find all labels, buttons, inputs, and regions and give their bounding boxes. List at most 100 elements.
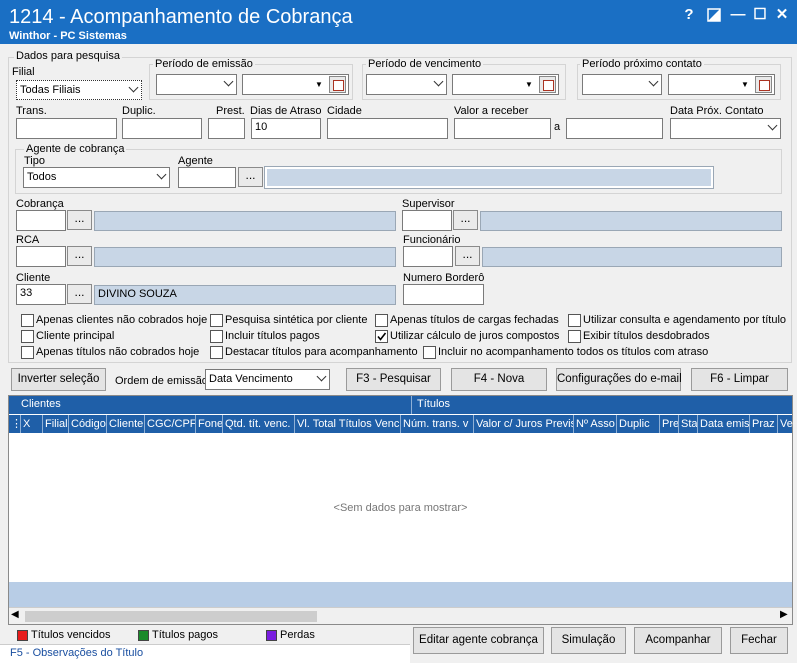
horizontal-scrollbar[interactable]: ◀ ▶ [9,607,792,624]
filial-select[interactable]: Todas Filiais [16,80,142,100]
option-label[interactable]: Destacar títulos para acompanhamento [225,346,418,358]
vencimento-start-field[interactable] [366,74,447,95]
acompanhar-button[interactable]: Acompanhar [634,627,722,654]
option-checkbox[interactable] [21,330,34,343]
help-icon[interactable]: ? [680,6,698,24]
observacoes-link[interactable]: F5 - Observações do Título [10,647,143,659]
rca-lookup-button[interactable]: ... [67,246,92,266]
tipo-select[interactable]: Todos [23,167,170,188]
dropdown-arrow-icon[interactable]: ▼ [312,77,326,92]
grid-column-header-cell[interactable]: Sta [679,415,698,433]
grid-column-header-cell[interactable]: Valor c/ Juros Previs [474,415,574,433]
option-label[interactable]: Incluir no acompanhamento todos os títul… [438,346,708,358]
supervisor-lookup-button[interactable]: ... [453,210,478,230]
grid-column-header-cell[interactable]: Praz [750,415,778,433]
option-checkbox[interactable] [210,346,223,359]
option-checkbox[interactable] [375,314,388,327]
ordem-select[interactable]: Data Vencimento [205,369,330,390]
grid-column-header-cell[interactable]: Cliente [107,415,145,433]
grid-column-header-cell[interactable]: CGC/CPF [145,415,196,433]
cliente-lookup-button[interactable]: ... [67,284,92,304]
pesquisar-button[interactable]: F3 - Pesquisar [346,368,441,391]
nova-button[interactable]: F4 - Nova [451,368,547,391]
grid-column-header-cell[interactable]: Duplic [617,415,660,433]
restore-icon[interactable] [705,6,723,24]
config-email-button[interactable]: Configurações do e-mail [556,368,682,391]
grid-column-header-cell[interactable]: Fone [196,415,223,433]
emissao-start-field[interactable] [156,74,237,95]
option-label[interactable]: Incluir títulos pagos [225,330,320,342]
editar-agente-button[interactable]: Editar agente cobrança [413,627,544,654]
option-checkbox[interactable] [21,314,34,327]
limpar-button[interactable]: F6 - Limpar [691,368,788,391]
funcionario-code-input[interactable] [403,246,453,267]
cobranca-code-input[interactable] [16,210,66,231]
results-grid[interactable]: Clientes Títulos ⋮ X Filial Código Cliente CG… [8,395,793,625]
grid-column-header-cell[interactable]: Filial [43,415,69,433]
option-checkbox[interactable] [375,330,388,343]
grid-column-header-cell[interactable]: Data emis [698,415,750,433]
grid-column-header-cell[interactable]: Núm. trans. v [401,415,474,433]
cobranca-lookup-button[interactable]: ... [67,210,92,230]
option-checkbox[interactable] [210,330,223,343]
band-titulos: Títulos [417,398,451,410]
supervisor-code-input[interactable] [402,210,452,231]
option-label[interactable]: Pesquisa sintética por cliente [225,314,367,326]
fechar-button[interactable]: Fechar [730,627,788,654]
option-label[interactable]: Utilizar consulta e agendamento por títu… [583,314,786,326]
scroll-right-icon[interactable]: ▶ [780,609,788,620]
grid-column-header-cell[interactable]: Nº Asso [574,415,617,433]
vencimento-end-field[interactable]: ▼ [452,74,559,95]
cliente-code-input[interactable]: 33 [16,284,66,305]
valor-receber-label: Valor a receber [454,105,529,117]
option-checkbox[interactable] [568,330,581,343]
calendar-icon[interactable] [755,76,772,93]
grid-column-header-cell[interactable]: X [21,415,43,433]
simulacao-button[interactable]: Simulação [551,627,626,654]
agente-label: Agente [178,155,213,167]
inverter-selecao-button[interactable]: Inverter seleção [11,368,106,391]
cidade-input[interactable] [327,118,448,139]
calendar-icon[interactable] [329,76,346,93]
option-checkbox[interactable] [21,346,34,359]
option-checkbox[interactable] [423,346,436,359]
option-label[interactable]: Exibir títulos desdobrados [583,330,710,342]
chevron-down-icon [128,82,139,93]
grid-column-header-cell[interactable]: Qtd. tít. venc. [223,415,295,433]
option-label[interactable]: Cliente principal [36,330,114,342]
close-icon[interactable]: ✕ [773,6,791,24]
duplic-input[interactable] [122,118,202,139]
dias-atraso-input[interactable]: 10 [251,118,321,139]
prest-input[interactable] [208,118,245,139]
grid-column-header-cell[interactable]: Vl. Total Títulos Venc. [295,415,401,433]
valor-receber-max-input[interactable] [566,118,663,139]
option-checkbox[interactable] [568,314,581,327]
dropdown-arrow-icon[interactable]: ▼ [738,77,752,92]
funcionario-lookup-button[interactable]: ... [455,246,480,266]
proximo-contato-end-field[interactable]: ▼ [668,74,775,95]
emissao-end-field[interactable]: ▼ [242,74,349,95]
bordero-input[interactable] [403,284,484,305]
option-label[interactable]: Utilizar cálculo de juros compostos [390,330,559,342]
rca-code-input[interactable] [16,246,66,267]
dropdown-arrow-icon[interactable]: ▼ [522,77,536,92]
proximo-contato-start-field[interactable] [582,74,662,95]
legend-label: Títulos pagos [152,629,219,641]
option-label[interactable]: Apenas clientes não cobrados hoje [36,314,207,326]
scrollbar-thumb[interactable] [25,611,317,622]
grid-column-header-cell[interactable]: Ve [778,415,797,433]
agente-code-input[interactable] [178,167,236,188]
option-label[interactable]: Apenas títulos não cobrados hoje [36,346,199,358]
option-label[interactable]: Apenas títulos de cargas fechadas [390,314,559,326]
trans-input[interactable] [16,118,117,139]
valor-receber-min-input[interactable] [454,118,551,139]
calendar-icon[interactable] [539,76,556,93]
grid-column-header-cell[interactable]: Pre [660,415,679,433]
scroll-left-icon[interactable]: ◀ [11,609,19,620]
minimize-icon[interactable]: — [729,6,747,24]
agente-lookup-button[interactable]: ... [238,167,263,187]
grid-column-header-cell[interactable]: Código [69,415,107,433]
maximize-icon[interactable]: ☐ [751,6,769,24]
option-checkbox[interactable] [210,314,223,327]
data-prox-contato-select[interactable] [670,118,781,139]
